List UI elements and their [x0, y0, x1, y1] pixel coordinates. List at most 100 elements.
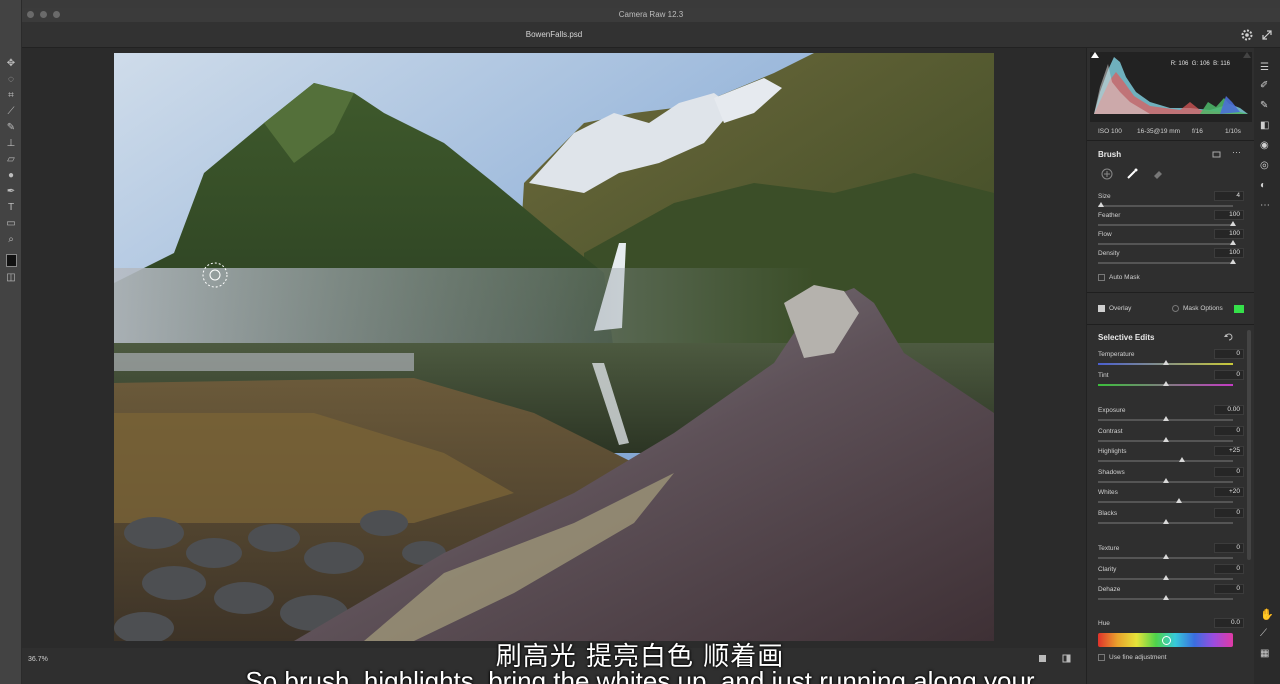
shape-tool-icon[interactable]: ▭: [0, 216, 22, 232]
lens-value: 16-35@19 mm: [1137, 128, 1181, 135]
slider-thumb[interactable]: [1230, 259, 1236, 264]
shadows-label: Shadows: [1098, 469, 1125, 476]
mask-color-swatch[interactable]: [1234, 305, 1244, 313]
brush-slider-row: Density 100: [1098, 248, 1244, 270]
clarity-value[interactable]: 0: [1214, 564, 1244, 574]
slider-track[interactable]: [1098, 262, 1233, 264]
settings-gear-icon[interactable]: [1240, 28, 1254, 42]
presets-icon[interactable]: ◐: [1260, 180, 1272, 192]
slider-value[interactable]: 100: [1214, 229, 1244, 239]
healing-icon[interactable]: ✐: [1260, 80, 1272, 92]
divider: [1087, 140, 1254, 141]
quick-mask-icon[interactable]: ◫: [0, 270, 22, 286]
histogram: R: 106 G: 106 B: 116: [1090, 52, 1252, 122]
photo-preview[interactable]: [114, 53, 994, 641]
clarity-label: Clarity: [1098, 566, 1117, 573]
whites-value[interactable]: +20: [1214, 487, 1244, 497]
type-tool-icon[interactable]: T: [0, 200, 22, 216]
stamp-tool-icon[interactable]: ⊥: [0, 136, 22, 152]
highlights-slider[interactable]: [1098, 460, 1233, 462]
whites-slider[interactable]: [1098, 501, 1233, 503]
panel-scrollbar[interactable]: [1247, 330, 1251, 560]
exposure-value[interactable]: 0.00: [1214, 405, 1244, 415]
dodge-tool-icon[interactable]: ●: [0, 168, 22, 184]
red-eye-icon[interactable]: ◎: [1260, 160, 1272, 172]
hue-label: Hue: [1098, 620, 1110, 627]
temperature-value[interactable]: 0: [1214, 349, 1244, 359]
file-bar: BowenFalls.psd: [22, 22, 1280, 48]
more-options-icon[interactable]: ⋯: [1232, 147, 1241, 158]
contrast-value[interactable]: 0: [1214, 426, 1244, 436]
slider-track[interactable]: [1098, 243, 1233, 245]
temperature-slider-thumb[interactable]: [1162, 360, 1169, 365]
slider-track[interactable]: [1098, 205, 1233, 207]
shutter-value: 1/10s: [1225, 128, 1241, 135]
crop-tool-icon[interactable]: ⌗: [0, 88, 22, 104]
eyedropper-tool-icon[interactable]: ⟋: [0, 104, 22, 120]
more-tools-icon[interactable]: ⋯: [1260, 200, 1272, 212]
slider-value[interactable]: 4: [1214, 191, 1244, 201]
dehaze-row: Dehaze 0: [1098, 584, 1244, 606]
clarity-slider-thumb[interactable]: [1162, 575, 1169, 580]
side-icon-rail: ☰ ✐ ✎ ◧ ◉ ◎ ◐ ⋯ ✋ ⟋ ▦: [1254, 48, 1280, 684]
shadows-slider-thumb[interactable]: [1162, 478, 1169, 483]
shadows-value[interactable]: 0: [1214, 467, 1244, 477]
slider-value[interactable]: 100: [1214, 210, 1244, 220]
graduated-filter-icon[interactable]: ◧: [1260, 120, 1272, 132]
edit-sliders-icon[interactable]: ☰: [1260, 62, 1272, 74]
blacks-label: Blacks: [1098, 510, 1118, 517]
whites-row: Whites +20: [1098, 487, 1244, 509]
slider-value[interactable]: 100: [1214, 248, 1244, 258]
image-canvas[interactable]: [22, 48, 1086, 648]
whites-slider-thumb[interactable]: [1176, 498, 1182, 503]
lasso-tool-icon[interactable]: ◌: [0, 72, 22, 88]
zoom-tool-icon[interactable]: ⌕: [0, 232, 22, 248]
fullscreen-icon[interactable]: [1260, 28, 1274, 42]
clarity-row: Clarity 0: [1098, 564, 1244, 586]
color-swatch-icon[interactable]: [0, 254, 22, 270]
brush-tool-icon[interactable]: ✎: [0, 120, 22, 136]
brush-icon[interactable]: [1126, 168, 1138, 180]
overlay-checkbox[interactable]: Overlay: [1098, 305, 1131, 312]
hand-icon[interactable]: ✋: [1260, 608, 1274, 621]
add-brush-icon[interactable]: [1101, 168, 1113, 180]
reset-brush-icon[interactable]: [1212, 150, 1221, 159]
dehaze-value[interactable]: 0: [1214, 584, 1244, 594]
blacks-value[interactable]: 0: [1214, 508, 1244, 518]
selective-edits-title: Selective Edits: [1098, 333, 1155, 342]
texture-slider-thumb[interactable]: [1162, 554, 1169, 559]
blacks-row: Blacks 0: [1098, 508, 1244, 530]
slider-thumb[interactable]: [1097, 202, 1104, 207]
dehaze-slider-thumb[interactable]: [1162, 595, 1169, 600]
auto-mask-checkbox[interactable]: Auto Mask: [1098, 274, 1140, 281]
hand-tool-icon[interactable]: ✥: [0, 56, 22, 72]
contrast-slider-thumb[interactable]: [1162, 437, 1169, 442]
highlights-value[interactable]: +25: [1214, 446, 1244, 456]
radial-filter-icon[interactable]: ◉: [1260, 140, 1272, 152]
slider-thumb[interactable]: [1230, 221, 1236, 226]
reset-edits-icon[interactable]: [1224, 332, 1234, 342]
adjustment-brush-icon[interactable]: ✎: [1260, 100, 1272, 112]
tint-row: Tint 0: [1098, 370, 1244, 392]
texture-value[interactable]: 0: [1214, 543, 1244, 553]
slider-track[interactable]: [1098, 224, 1233, 226]
temperature-label: Temperature: [1098, 351, 1135, 358]
whites-label: Whites: [1098, 489, 1118, 496]
iso-value: ISO 100: [1098, 128, 1122, 135]
tint-value[interactable]: 0: [1214, 370, 1244, 380]
blacks-slider-thumb[interactable]: [1162, 519, 1169, 524]
dehaze-label: Dehaze: [1098, 586, 1121, 593]
subtitle-english: So brush, highlights, bring the whites u…: [245, 666, 1035, 684]
highlights-slider-thumb[interactable]: [1179, 457, 1186, 462]
app-title: Camera Raw 12.3: [618, 10, 684, 19]
mask-options-toggle[interactable]: Mask Options: [1172, 305, 1223, 312]
hue-value[interactable]: 0.0: [1214, 618, 1244, 628]
erase-brush-icon[interactable]: [1152, 168, 1164, 180]
file-name: BowenFalls.psd: [525, 30, 583, 39]
pen-tool-icon[interactable]: ✒: [0, 184, 22, 200]
contrast-row: Contrast 0: [1098, 426, 1244, 448]
exposure-slider-thumb[interactable]: [1162, 416, 1169, 421]
slider-thumb[interactable]: [1230, 240, 1236, 245]
tint-slider-thumb[interactable]: [1162, 381, 1169, 386]
eraser-tool-icon[interactable]: ▱: [0, 152, 22, 168]
